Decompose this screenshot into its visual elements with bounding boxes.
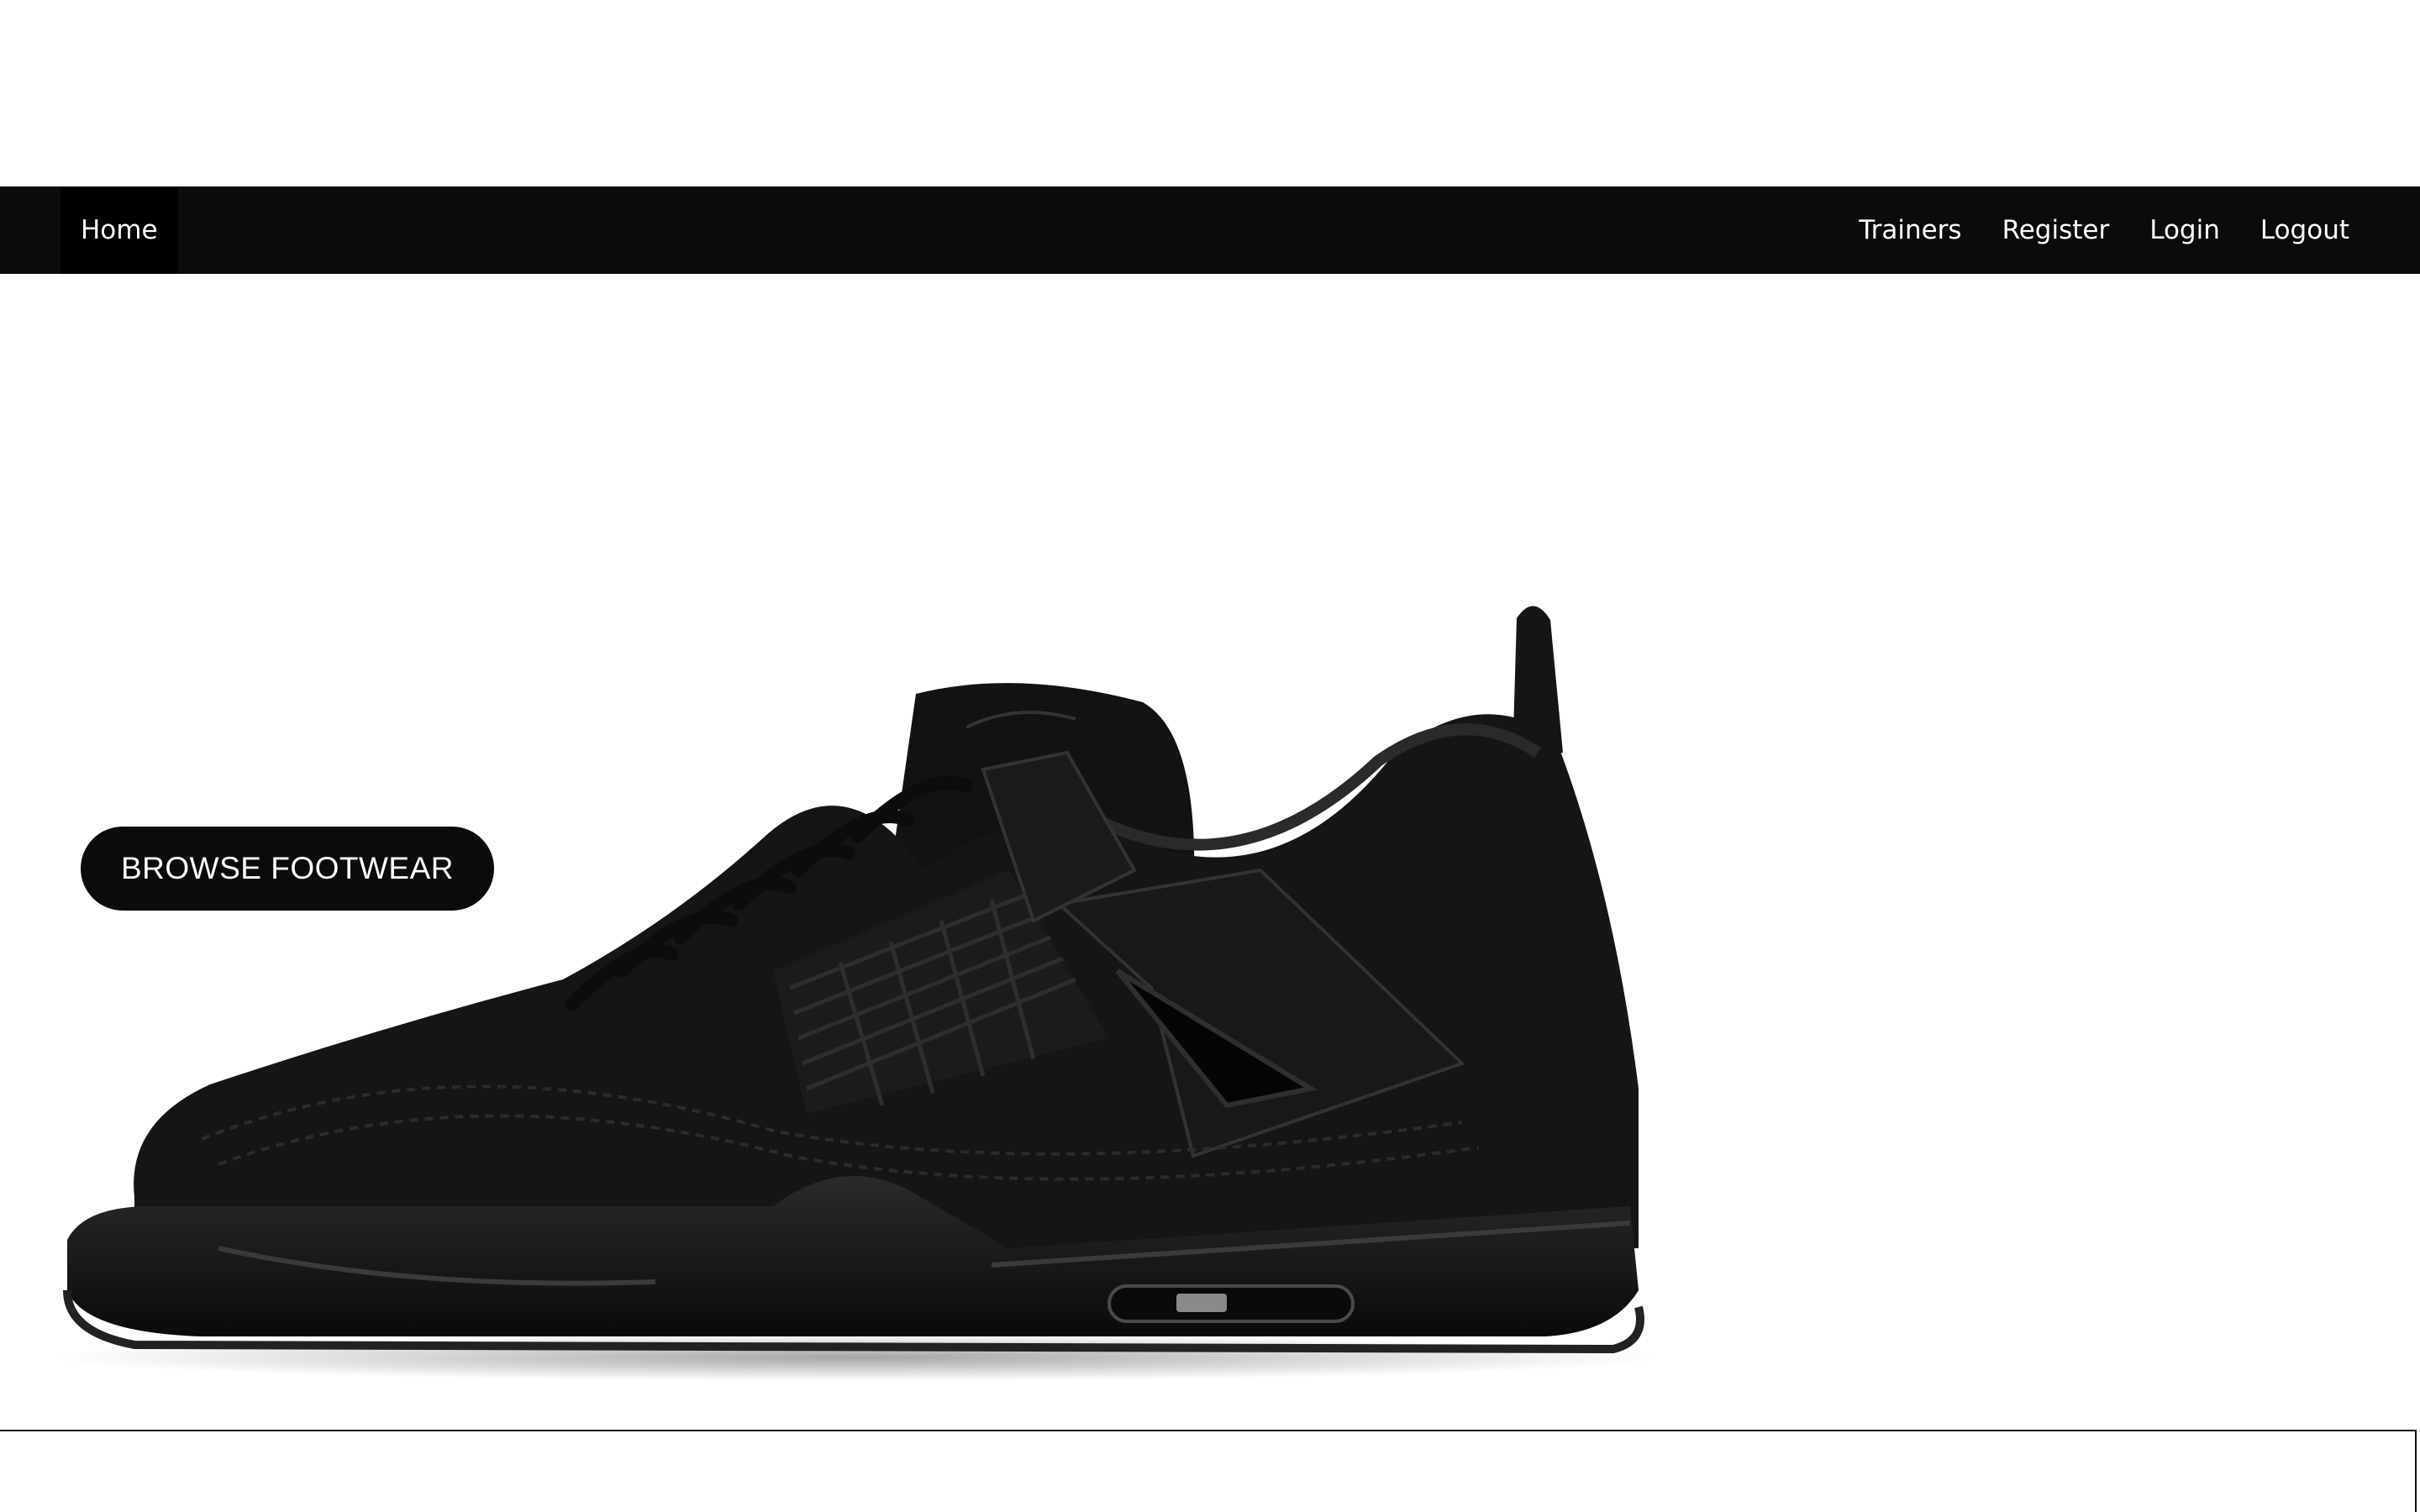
browse-footwear-button[interactable]: BROWSE FOOTWEAR [81,827,494,911]
nav-logout-link[interactable]: Logout [2240,215,2370,245]
top-navbar: Home Trainers Register Login Logout [0,186,2420,274]
nav-home-link[interactable]: Home [60,186,178,274]
bottom-section [0,1430,2417,1512]
nav-links: Trainers Register Login Logout [1839,186,2370,274]
nav-login-link[interactable]: Login [2129,215,2240,245]
nav-trainers-link[interactable]: Trainers [1839,215,1981,245]
hero-section: BROWSE FOOTWEAR [0,274,2420,1431]
nav-register-link[interactable]: Register [1982,215,2130,245]
page: Home Trainers Register Login Logout BROW… [0,0,2420,1512]
